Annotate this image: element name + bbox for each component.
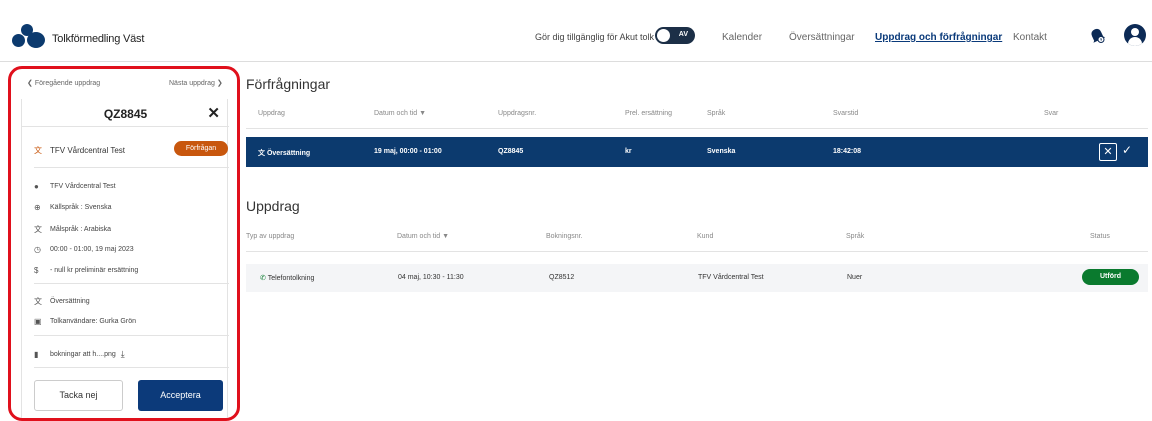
column-header-uppdragsnr[interactable]: Uppdragsnr. bbox=[498, 110, 536, 117]
requests-title: Förfrågningar bbox=[246, 76, 331, 92]
job-row[interactable]: ✆ Telefontolkning 04 maj, 10:30 - 11:30 … bbox=[246, 264, 1148, 292]
request-type-text: Översättning bbox=[266, 150, 311, 157]
next-label: Nästa uppdrag bbox=[169, 80, 215, 87]
column-header-prel-ersattning[interactable]: Prel. ersättning bbox=[625, 110, 672, 117]
assignment-id: QZ8845 bbox=[103, 107, 148, 121]
phone-icon: ✆ bbox=[260, 275, 266, 282]
status-badge: Förfrågan bbox=[174, 141, 228, 156]
toggle-knob bbox=[657, 29, 670, 42]
attachment-name: bokningar att h....png bbox=[50, 351, 116, 358]
close-icon[interactable]: ✕ bbox=[207, 104, 220, 122]
job-status-badge: Utförd bbox=[1082, 269, 1139, 285]
divider bbox=[34, 167, 229, 168]
contact-card-icon: ▣ bbox=[34, 317, 42, 326]
nav-uppdrag-och-forfragningar[interactable]: Uppdrag och förfrågningar bbox=[875, 32, 1002, 43]
clock-icon: ◷ bbox=[34, 245, 41, 254]
column-header-svarstid[interactable]: Svarstid bbox=[833, 110, 858, 117]
nav-oversattningar[interactable]: Översättningar bbox=[789, 32, 855, 43]
person-text: TFV Vårdcentral Test bbox=[50, 183, 116, 190]
column-header-svar[interactable]: Svar bbox=[1044, 110, 1058, 117]
time-text: 00:00 - 01:00, 19 maj 2023 bbox=[50, 246, 134, 253]
nav-kalender[interactable]: Kalender bbox=[722, 32, 762, 43]
column-header-typ[interactable]: Typ av uppdrag bbox=[246, 233, 294, 240]
file-icon: ▮ bbox=[34, 350, 39, 359]
request-type: 文 Översättning bbox=[258, 148, 310, 158]
column-header-sprak[interactable]: Språk bbox=[707, 110, 725, 117]
card-header: QZ8845 ✕ bbox=[22, 99, 229, 127]
decline-request-icon[interactable]: ✕ bbox=[1099, 143, 1117, 161]
brand-name: Tolkförmedling Väst bbox=[52, 33, 145, 45]
detail-person: ● TFV Vårdcentral Test bbox=[34, 182, 116, 191]
job-type-text: Telefontolkning bbox=[267, 275, 315, 282]
request-datetime: 19 maj, 00:00 - 01:00 bbox=[374, 148, 442, 155]
translate-icon: 文 bbox=[34, 225, 42, 234]
job-language: Nuer bbox=[847, 274, 863, 281]
job-datetime: 04 maj, 10:30 - 11:30 bbox=[398, 274, 464, 281]
attachment-row[interactable]: ▮ bokningar att h....png ⤓ bbox=[34, 349, 125, 360]
column-header-uppdrag[interactable]: Uppdrag bbox=[258, 110, 285, 117]
request-row[interactable]: 文 Översättning 19 maj, 00:00 - 01:00 QZ8… bbox=[246, 137, 1148, 167]
sort-down-icon: ▼ bbox=[442, 233, 450, 240]
assignment-card: QZ8845 ✕ 文 TFV Vårdcentral Test Förfråga… bbox=[21, 99, 229, 418]
interpreter-user-text: Tolkanvändare: Gurka Grön bbox=[50, 318, 136, 325]
person-icon: ● bbox=[34, 182, 39, 191]
toggle-state: AV bbox=[678, 31, 688, 38]
header-divider bbox=[246, 251, 1148, 252]
brand-logo[interactable]: Tolkförmedling Väst bbox=[12, 24, 144, 48]
job-customer: TFV Vårdcentral Test bbox=[698, 274, 764, 281]
globe-icon: ⊕ bbox=[34, 203, 41, 212]
previous-assignment-link[interactable]: ❮ Föregående uppdrag bbox=[27, 79, 100, 87]
detail-time: ◷ 00:00 - 01:00, 19 maj 2023 bbox=[34, 245, 134, 254]
detail-source-language: ⊕ Källspråk : Svenska bbox=[34, 203, 111, 212]
column-header-datum[interactable]: Datum och tid ▼ bbox=[374, 110, 426, 117]
translate-icon: 文 bbox=[34, 297, 42, 306]
fee-text: - null kr preliminär ersättning bbox=[50, 267, 139, 274]
column-header-sprak[interactable]: Språk bbox=[846, 233, 864, 240]
target-language-text: Målspråk : Arabiska bbox=[50, 226, 112, 233]
divider bbox=[34, 367, 229, 368]
akut-tolk-label: Gör dig tillgänglig för Akut tolk bbox=[535, 32, 655, 42]
next-assignment-link[interactable]: Nästa uppdrag ❯ bbox=[169, 79, 223, 87]
request-response-time: 18:42:08 bbox=[833, 148, 862, 155]
top-bar: Tolkförmedling Väst Gör dig tillgänglig … bbox=[0, 0, 1152, 62]
bell-icon[interactable] bbox=[1088, 26, 1106, 44]
datum-label: Datum och tid bbox=[397, 233, 441, 240]
dollar-icon: $ bbox=[34, 266, 39, 275]
accept-request-icon[interactable]: ✓ bbox=[1122, 143, 1132, 157]
user-avatar-icon[interactable] bbox=[1124, 24, 1146, 46]
request-language: Svenska bbox=[707, 148, 736, 155]
customer-row: 文 TFV Vårdcentral Test bbox=[34, 145, 125, 156]
job-booking-number: QZ8512 bbox=[549, 274, 575, 281]
request-fee: kr bbox=[625, 148, 632, 155]
assignment-detail-panel: ❮ Föregående uppdrag Nästa uppdrag ❯ QZ8… bbox=[8, 66, 240, 421]
job-type: ✆ Telefontolkning bbox=[260, 274, 314, 282]
column-header-bokningsnr[interactable]: Bokningsnr. bbox=[546, 233, 583, 240]
logo-icon bbox=[12, 24, 46, 48]
request-number: QZ8845 bbox=[498, 148, 524, 155]
previous-label: Föregående uppdrag bbox=[34, 80, 101, 87]
jobs-title: Uppdrag bbox=[246, 198, 300, 214]
nav-kontakt[interactable]: Kontakt bbox=[1013, 32, 1047, 43]
detail-fee: $ - null kr preliminär ersättning bbox=[34, 266, 138, 275]
customer-name: TFV Vårdcentral Test bbox=[50, 146, 125, 155]
divider bbox=[34, 335, 229, 336]
datum-label: Datum och tid bbox=[374, 110, 418, 117]
column-header-kund[interactable]: Kund bbox=[697, 233, 713, 240]
type-text: Översättning bbox=[50, 298, 90, 305]
column-header-status[interactable]: Status bbox=[1090, 233, 1110, 240]
detail-target-language: 文 Målspråk : Arabiska bbox=[34, 224, 111, 235]
column-header-datum[interactable]: Datum och tid ▼ bbox=[397, 233, 449, 240]
detail-interpreter-user: ▣ Tolkanvändare: Gurka Grön bbox=[34, 317, 136, 326]
translate-icon: 文 bbox=[34, 146, 42, 155]
sort-down-icon: ▼ bbox=[419, 110, 427, 117]
divider bbox=[34, 283, 229, 284]
decline-button[interactable]: Tacka nej bbox=[34, 380, 123, 411]
accept-button[interactable]: Acceptera bbox=[138, 380, 223, 411]
akut-tolk-toggle[interactable]: AV bbox=[655, 27, 695, 44]
download-icon[interactable]: ⤓ bbox=[121, 349, 125, 360]
header-divider bbox=[246, 128, 1148, 129]
detail-type: 文 Översättning bbox=[34, 296, 90, 307]
source-language-text: Källspråk : Svenska bbox=[50, 204, 112, 211]
translate-icon: 文 bbox=[258, 150, 265, 157]
